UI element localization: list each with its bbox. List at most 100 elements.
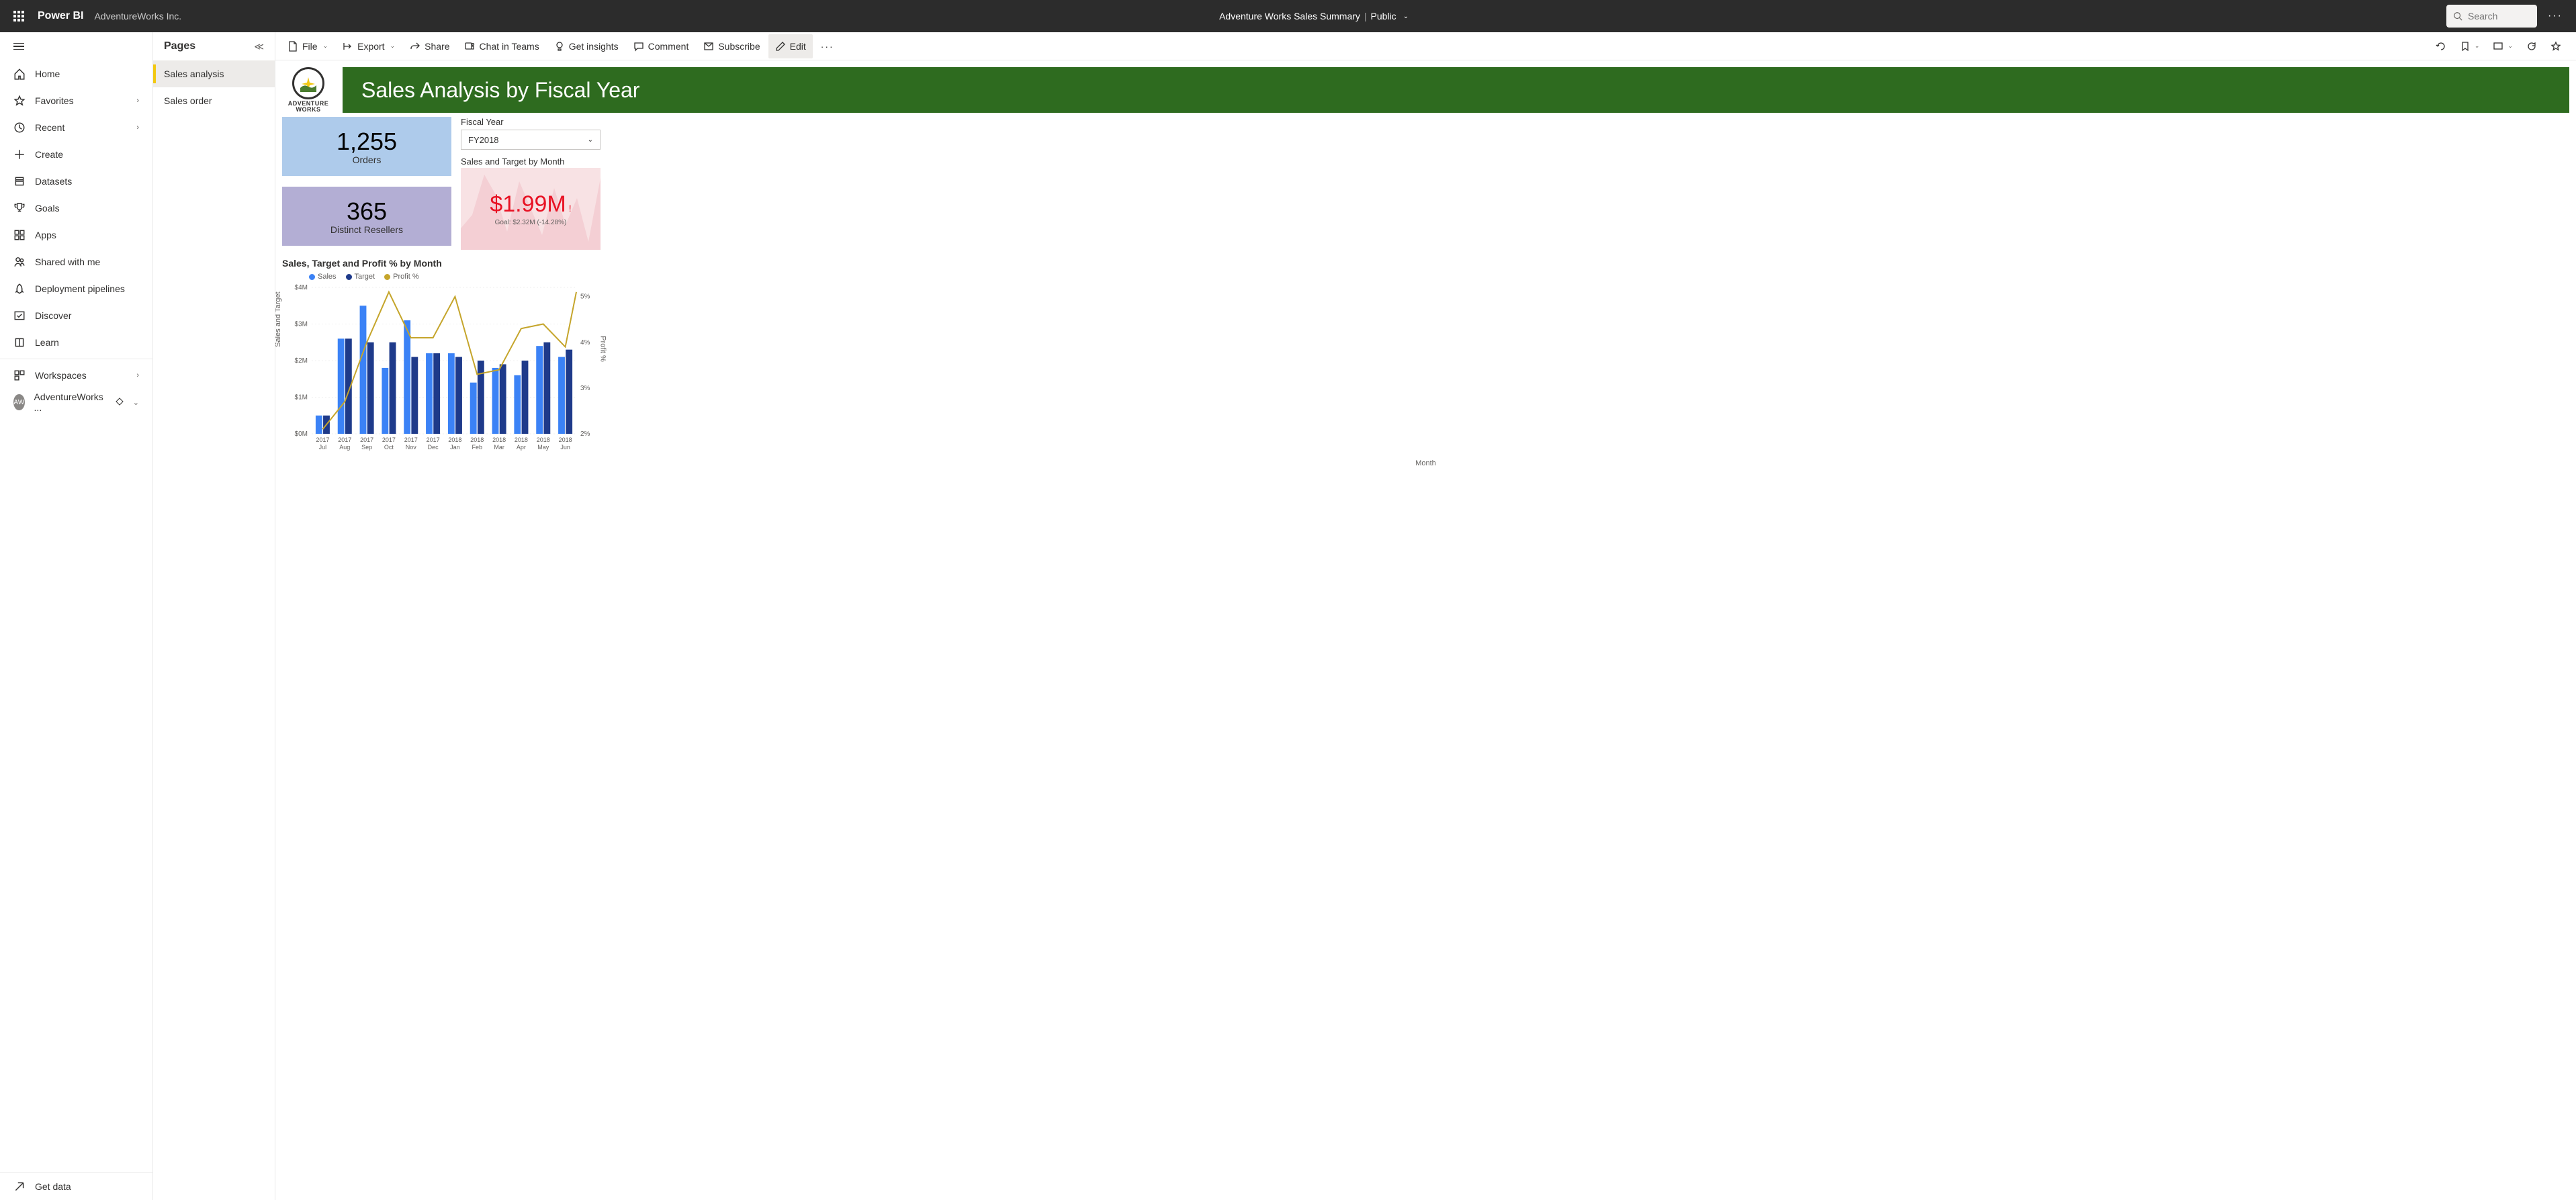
nav-label: Get data [35,1181,71,1192]
comment-label: Comment [648,41,689,52]
nav-item-learn[interactable]: Learn [0,329,152,356]
report-area: File ⌄ Export ⌄ Share Chat in Teams [275,32,2576,1200]
svg-text:2018: 2018 [470,436,484,443]
svg-text:Jul: Jul [319,444,327,451]
report-title-dropdown[interactable]: Adventure Works Sales Summary | Public ⌄ [181,11,2446,21]
nav-label: Recent [35,122,64,133]
chevron-right-icon: › [136,124,139,132]
svg-text:2018: 2018 [559,436,572,443]
orders-label: Orders [353,154,382,165]
nav-current-workspace[interactable]: AW AdventureWorks ... ⌄ [0,389,152,416]
nav-item-shared-with-me[interactable]: Shared with me [0,248,152,275]
svg-text:$0M: $0M [295,430,308,438]
bookmark-button[interactable]: ⌄ [2456,37,2484,56]
page-tab-sales-order[interactable]: Sales order [153,87,275,114]
nav-item-recent[interactable]: Recent › [0,114,152,141]
edit-label: Edit [790,41,806,52]
chat-teams-button[interactable]: Chat in Teams [457,34,545,58]
chart-title: Sales, Target and Profit % by Month [282,258,2569,269]
nav-label: AdventureWorks ... [34,391,103,413]
nav-label: Workspaces [35,370,87,381]
report-title: Sales Analysis by Fiscal Year [343,67,2569,113]
toolbar-more-icon[interactable]: ··· [814,34,841,58]
svg-text:2018: 2018 [492,436,506,443]
export-label: Export [357,41,384,52]
legend-target: Target [355,273,375,281]
insights-button[interactable]: Get insights [547,34,625,58]
top-bar: Power BI AdventureWorks Inc. Adventure W… [0,0,2576,32]
combo-chart[interactable]: Sales, Target and Profit % by Month Sale… [282,258,2569,467]
pages-header: Pages [164,40,195,52]
nav-item-create[interactable]: Create [0,141,152,168]
edit-button[interactable]: Edit [768,34,813,58]
nav-label: Apps [35,230,56,240]
chart-plot: $0M$1M$2M$3M$4M2%3%4%5%2017Jul2017Aug201… [282,283,599,458]
export-menu[interactable]: Export ⌄ [336,34,402,58]
app-launcher-icon[interactable] [5,3,32,30]
svg-text:Jun: Jun [560,444,570,451]
separator: | [1364,11,1367,21]
more-options-icon[interactable]: ··· [2548,10,2563,22]
nav-item-datasets[interactable]: Datasets [0,168,152,195]
refresh-button[interactable] [2522,37,2541,56]
nav-item-home[interactable]: Home [0,60,152,87]
svg-text:2018: 2018 [448,436,461,443]
warning-icon: ! [569,203,572,214]
nav-item-discover[interactable]: Discover [0,302,152,329]
slicer-label: Fiscal Year [461,117,601,127]
database-icon [13,175,26,187]
reset-button[interactable] [2432,37,2450,56]
svg-text:$1M: $1M [295,394,308,402]
svg-text:2018: 2018 [515,436,528,443]
nav-label: Home [35,68,60,79]
svg-text:Jan: Jan [450,444,460,451]
view-button[interactable]: ⌄ [2489,37,2517,56]
share-label: Share [425,41,449,52]
workspace-name[interactable]: AdventureWorks Inc. [94,11,181,21]
workspace-avatar-icon: AW [13,394,25,410]
nav-item-workspaces[interactable]: Workspaces › [0,362,152,389]
trophy-icon [13,202,26,214]
favorite-button[interactable] [2546,37,2565,56]
nav-item-apps[interactable]: Apps [0,222,152,248]
search-input[interactable] [2468,11,2522,21]
nav-item-goals[interactable]: Goals [0,195,152,222]
chevron-down-icon: ⌄ [588,136,593,144]
nav-item-favorites[interactable]: Favorites› [0,87,152,114]
chevron-down-icon: ⌄ [133,398,139,407]
chevron-right-icon: › [136,371,139,379]
search-box[interactable] [2446,5,2537,28]
chevron-down-icon: ⌄ [323,42,328,50]
subscribe-button[interactable]: Subscribe [697,34,766,58]
svg-text:$3M: $3M [295,321,308,328]
chevron-down-icon: ⌄ [1403,13,1409,20]
nav-item-deployment-pipelines[interactable]: Deployment pipelines [0,275,152,302]
report-canvas: ADVENTUREWORKS Sales Analysis by Fiscal … [275,60,2576,1200]
left-navigation: Home Favorites› Recent › CreateDatasetsGoals… [0,32,153,1200]
svg-text:2017: 2017 [316,436,329,443]
comment-button[interactable]: Comment [627,34,696,58]
collapse-pages-icon[interactable]: ≪ [254,41,264,52]
svg-text:2%: 2% [580,430,590,438]
svg-text:Oct: Oct [384,444,394,451]
report-toolbar: File ⌄ Export ⌄ Share Chat in Teams [275,32,2576,60]
resellers-card[interactable]: 365 Distinct Resellers [282,187,451,246]
kpi-visual[interactable]: $1.99M! Goal: $2.32M (-14.28%) [461,168,601,250]
orders-card[interactable]: 1,255 Orders [282,117,451,176]
svg-text:May: May [537,444,549,451]
orders-value: 1,255 [337,128,397,156]
page-tab-sales-analysis[interactable]: Sales analysis [153,60,275,87]
file-menu[interactable]: File ⌄ [281,34,335,58]
get-data-icon [13,1181,26,1193]
svg-text:Aug: Aug [339,444,350,451]
search-icon [2453,11,2462,21]
kpi-title: Sales and Target by Month [461,156,601,167]
nav-get-data[interactable]: Get data [0,1173,152,1200]
share-button[interactable]: Share [403,34,456,58]
fiscal-year-slicer[interactable]: FY2018 ⌄ [461,130,601,150]
chart-legend: Sales Target Profit % [282,273,2569,281]
logo-text-2: WORKS [296,106,320,113]
svg-text:Sep: Sep [361,444,372,451]
svg-text:5%: 5% [580,293,590,301]
nav-toggle-button[interactable] [0,32,152,60]
